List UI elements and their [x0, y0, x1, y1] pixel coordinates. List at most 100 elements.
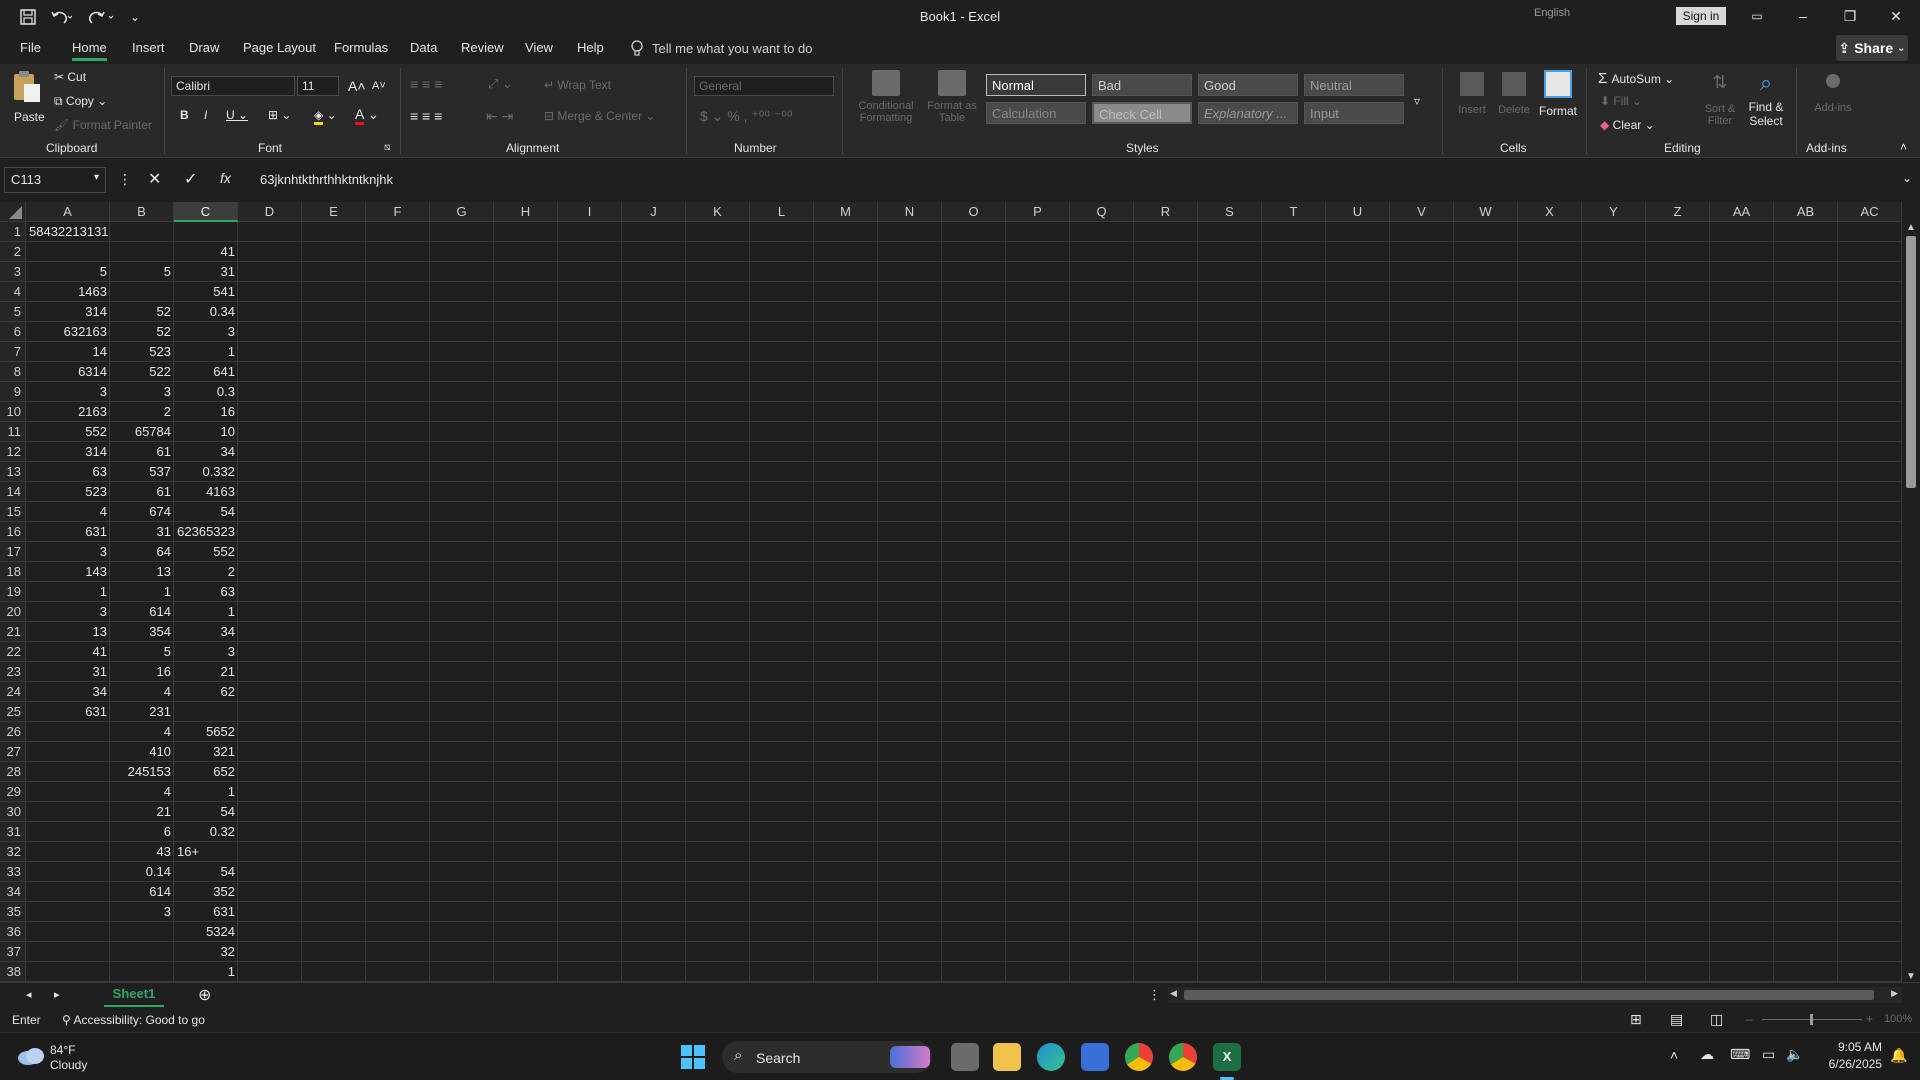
tab-review[interactable]: Review — [461, 40, 504, 55]
spreadsheet-grid[interactable]: A B C D E F G H I J K L M N O P Q R S T U V W X Y Z AA AB AC 1234567… — [0, 202, 1920, 982]
row-header[interactable]: 29 — [0, 782, 26, 802]
cell[interactable]: 3 — [110, 902, 174, 922]
cell[interactable]: 552 — [26, 422, 110, 442]
store-icon[interactable] — [1081, 1043, 1109, 1071]
column-header[interactable]: S — [1198, 202, 1262, 222]
cell[interactable]: 31 — [26, 662, 110, 682]
styles-more-icon[interactable]: ▿ — [1414, 94, 1420, 108]
insert-cells-button[interactable]: Insert — [1452, 72, 1492, 116]
file-explorer-icon[interactable] — [993, 1043, 1021, 1071]
taskbar-search[interactable]: ⌕ Search — [722, 1041, 932, 1073]
row-header[interactable]: 8 — [0, 362, 26, 382]
ribbon-display-icon[interactable]: ▭ — [1734, 0, 1780, 32]
cell[interactable]: 541 — [174, 282, 238, 302]
row-header[interactable]: 13 — [0, 462, 26, 482]
cell[interactable]: 523 — [110, 342, 174, 362]
cell[interactable]: 5652 — [174, 722, 238, 742]
undo-icon[interactable] — [50, 6, 72, 28]
row-header[interactable]: 11 — [0, 422, 26, 442]
row-header[interactable]: 34 — [0, 882, 26, 902]
cell[interactable]: 321 — [174, 742, 238, 762]
row-header[interactable]: 1 — [0, 222, 26, 242]
cell[interactable]: 41 — [26, 642, 110, 662]
column-header[interactable]: Y — [1582, 202, 1646, 222]
select-all-corner[interactable] — [0, 202, 26, 222]
collapse-ribbon-icon[interactable]: ˄ — [1900, 140, 1907, 154]
edge-icon[interactable] — [1037, 1043, 1065, 1071]
delete-cells-button[interactable]: Delete — [1494, 72, 1534, 116]
cell[interactable]: 16 — [110, 662, 174, 682]
font-name-dropdown[interactable]: Calibri — [171, 76, 295, 96]
indent-icon[interactable]: ⇤ ⇥ — [486, 108, 513, 125]
cell[interactable]: 552 — [174, 542, 238, 562]
row-header[interactable]: 14 — [0, 482, 26, 502]
cell[interactable]: 5324 — [174, 922, 238, 942]
cell[interactable]: 16+ — [174, 842, 238, 862]
cell[interactable]: 13 — [26, 622, 110, 642]
cell[interactable]: 245153 — [110, 762, 174, 782]
cancel-icon[interactable]: ✕ — [148, 169, 161, 189]
cell[interactable]: 3 — [110, 382, 174, 402]
cell[interactable]: 523 — [26, 482, 110, 502]
cell[interactable]: 632163 — [26, 322, 110, 342]
tab-split-handle[interactable]: ⋮ — [1148, 987, 1161, 1003]
keyboard-icon[interactable]: ⌨ — [1730, 1046, 1750, 1063]
cell[interactable]: 61 — [110, 482, 174, 502]
cell[interactable]: 5 — [26, 262, 110, 282]
cell[interactable]: 4 — [110, 782, 174, 802]
row-header[interactable]: 22 — [0, 642, 26, 662]
row-header[interactable]: 15 — [0, 502, 26, 522]
cell[interactable]: 1 — [174, 782, 238, 802]
row-header[interactable]: 27 — [0, 742, 26, 762]
clear-button[interactable]: ◆ Clear ⌄ — [1600, 118, 1655, 132]
column-header[interactable]: E — [302, 202, 366, 222]
zoom-slider[interactable] — [1762, 1014, 1862, 1025]
cell[interactable]: 41 — [174, 242, 238, 262]
tab-view[interactable]: View — [525, 40, 553, 55]
cell[interactable]: 2163 — [26, 402, 110, 422]
column-header[interactable]: A — [26, 202, 110, 222]
cell[interactable]: 34 — [174, 622, 238, 642]
cell[interactable]: 58432213131 — [26, 222, 110, 242]
column-header[interactable]: W — [1454, 202, 1518, 222]
align-top-icon[interactable]: ≡ ≡ ≡ — [410, 76, 442, 92]
cell[interactable]: 52 — [110, 302, 174, 322]
style-normal[interactable]: Normal — [986, 74, 1086, 96]
cell[interactable]: 3 — [26, 602, 110, 622]
style-explanatory[interactable]: Explanatory ... — [1198, 102, 1298, 124]
volume-icon[interactable]: 🔈 — [1786, 1046, 1803, 1063]
align-left-icon[interactable]: ≡ ≡ ≡ — [410, 108, 442, 124]
cell[interactable]: 63 — [174, 582, 238, 602]
cell[interactable]: 31 — [110, 522, 174, 542]
share-button[interactable]: ⇪ Share ⌄ — [1836, 35, 1908, 61]
onedrive-off-icon[interactable]: ☁ — [1700, 1046, 1714, 1063]
row-header[interactable]: 12 — [0, 442, 26, 462]
cell[interactable]: 631 — [26, 702, 110, 722]
row-header[interactable]: 32 — [0, 842, 26, 862]
row-header[interactable]: 37 — [0, 942, 26, 962]
row-header[interactable]: 35 — [0, 902, 26, 922]
row-header[interactable]: 38 — [0, 962, 26, 982]
cell[interactable]: 4 — [110, 722, 174, 742]
cell[interactable]: 21 — [174, 662, 238, 682]
fill-button[interactable]: ⬇ Fill ⌄ — [1600, 94, 1642, 108]
cell[interactable]: 0.34 — [174, 302, 238, 322]
clock-time[interactable]: 9:05 AM — [1818, 1040, 1882, 1054]
vertical-scrollbar[interactable]: ▲ ▼ — [1902, 222, 1920, 982]
scroll-left-sheet-icon[interactable]: ◂ — [26, 988, 32, 1001]
style-neutral[interactable]: Neutral — [1304, 74, 1404, 96]
cell[interactable]: 652 — [174, 762, 238, 782]
row-header[interactable]: 28 — [0, 762, 26, 782]
row-header[interactable]: 7 — [0, 342, 26, 362]
horizontal-scrollbar[interactable]: ◀ ▶ — [1168, 987, 1902, 1003]
row-header[interactable]: 18 — [0, 562, 26, 582]
cell[interactable]: 631 — [26, 522, 110, 542]
column-header[interactable]: I — [558, 202, 622, 222]
new-sheet-icon[interactable]: ⊕ — [198, 985, 211, 1005]
row-header[interactable]: 9 — [0, 382, 26, 402]
style-calculation[interactable]: Calculation — [986, 102, 1086, 124]
cell[interactable]: 52 — [110, 322, 174, 342]
borders-icon[interactable]: ⊞ ⌄ — [268, 108, 291, 122]
style-input[interactable]: Input — [1304, 102, 1404, 124]
scroll-right-sheet-icon[interactable]: ▸ — [54, 988, 60, 1001]
